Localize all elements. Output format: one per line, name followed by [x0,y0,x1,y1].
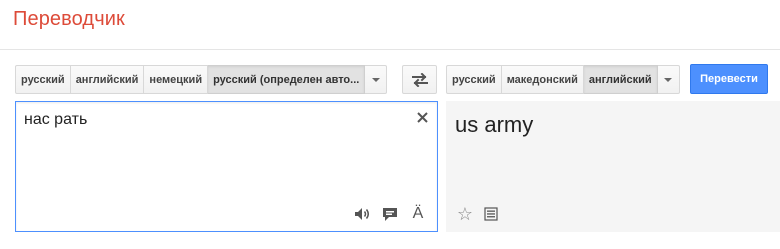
result-tools: ☆ [456,205,500,223]
speech-bubble-icon [383,207,397,221]
list-icon [484,207,498,221]
source-lang-detected[interactable]: русский (определен авто... [208,65,366,94]
source-lang-english[interactable]: английский [70,65,145,94]
input-tools-button[interactable]: Ä [409,205,427,223]
source-text[interactable]: нас рать [24,111,87,129]
swap-languages-button[interactable] [402,65,437,94]
translate-button[interactable]: Перевести [690,64,768,94]
source-lang-german[interactable]: немецкий [144,65,209,94]
chevron-down-icon [371,77,380,82]
target-lang-dropdown[interactable] [657,65,680,94]
result-text[interactable]: us army [455,112,533,138]
dictionary-button[interactable] [482,205,500,223]
star-button[interactable]: ☆ [456,205,474,223]
listen-button[interactable] [353,205,371,223]
target-lang-english[interactable]: английский [583,65,658,94]
close-icon [416,111,428,123]
target-lang-macedonian[interactable]: македонский [501,65,584,94]
result-panel: us army ☆ [446,101,780,232]
source-tools: Ä [353,205,427,223]
clear-source-button[interactable] [415,110,429,124]
speaker-icon [355,208,369,220]
feedback-button[interactable] [381,205,399,223]
source-language-bar: русский английский немецкий русский (опр… [15,65,388,94]
chevron-down-icon [664,77,673,82]
target-language-bar: русский македонский английский [446,65,680,94]
source-lang-russian[interactable]: русский [15,65,71,94]
header-divider [0,49,780,50]
source-textarea[interactable]: нас рать Ä [15,101,438,232]
swap-arrows-icon [411,72,428,87]
a-umlaut-icon: Ä [412,205,424,222]
app-title: Переводчик [13,8,125,30]
source-lang-dropdown[interactable] [365,65,388,94]
star-icon: ☆ [456,204,474,224]
target-lang-russian[interactable]: русский [446,65,502,94]
